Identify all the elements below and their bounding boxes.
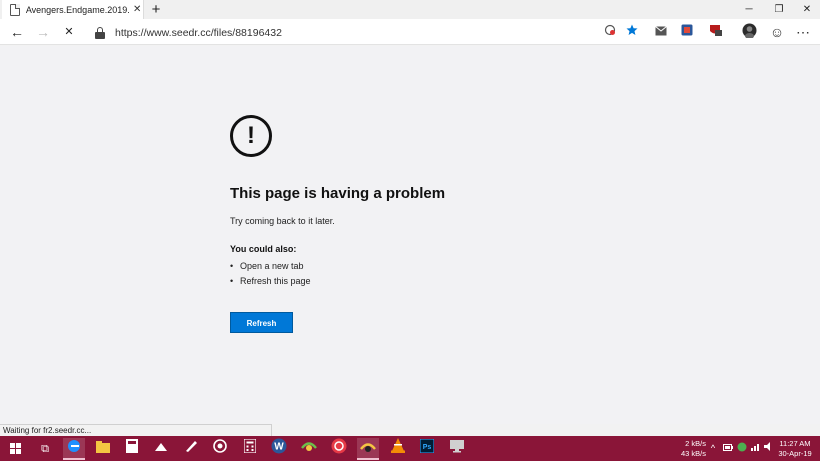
battery-icon[interactable] (722, 442, 734, 454)
photoshop-icon[interactable]: Ps (416, 438, 438, 460)
target-icon[interactable] (209, 438, 231, 460)
feedback-smiley-icon[interactable]: ☺ (768, 23, 786, 41)
svg-text:Ps: Ps (423, 444, 432, 451)
refresh-button[interactable]: Refresh (230, 312, 293, 333)
bullet-icon: • (230, 261, 234, 271)
exclamation-icon: ! (230, 115, 272, 157)
network-speed: 2 kB/s 43 kB/s (680, 439, 706, 458)
page-content: ! This page is having a problem Try comi… (0, 46, 820, 424)
navigation-bar: ← → ✕ https://www.seedr.cc/files/8819643… (0, 19, 820, 45)
remote-desktop-icon[interactable] (446, 438, 468, 460)
file-explorer-icon[interactable] (92, 438, 114, 460)
tab-strip: Avengers.Endgame.2019.HDTC.S ✕ + ─ ❐ ✕ (0, 0, 820, 19)
suggestions-heading: You could also: (230, 244, 297, 254)
minimize-button[interactable]: ─ (732, 0, 766, 19)
word-icon[interactable]: W (268, 438, 290, 460)
calculator-app-icon[interactable] (239, 438, 261, 460)
adblock-icon[interactable] (706, 23, 724, 41)
security-shield-icon[interactable] (736, 442, 748, 455)
stop-button[interactable]: ✕ (60, 23, 78, 41)
task-view-icon[interactable]: ⧉ (34, 438, 56, 460)
paint-icon[interactable] (150, 438, 172, 460)
suggestion-open-new-tab[interactable]: • Open a new tab (230, 261, 304, 271)
close-window-button[interactable]: ✕ (790, 0, 820, 19)
bullet-icon: • (230, 276, 234, 286)
error-description: Try coming back to it later. (230, 216, 335, 226)
address-bar[interactable]: https://www.seedr.cc/files/88196432 (88, 22, 644, 43)
calculator-icon[interactable] (121, 438, 143, 460)
new-tab-button[interactable]: + (148, 1, 164, 18)
torrent-app-icon[interactable] (298, 438, 320, 460)
taskbar: ⧉ W Ps 2 kB/s 43 kB/s ^ 11:27 AM 30-Apr-… (0, 436, 820, 461)
wifi-icon[interactable] (750, 442, 762, 454)
extension-icon[interactable] (678, 23, 696, 41)
tab-close-icon[interactable]: ✕ (131, 4, 143, 15)
tracking-icon[interactable] (601, 23, 619, 41)
edge-browser-icon[interactable] (63, 438, 85, 460)
svg-text:W: W (274, 442, 284, 453)
page-icon (10, 3, 20, 16)
suggestion-refresh-page[interactable]: • Refresh this page (230, 276, 311, 286)
profile-avatar[interactable] (740, 23, 758, 41)
system-clock[interactable]: 11:27 AM 30-Apr-19 (774, 439, 816, 459)
mail-icon[interactable] (652, 23, 670, 41)
url-text[interactable]: https://www.seedr.cc/files/88196432 (115, 27, 282, 39)
lock-icon (95, 26, 105, 39)
forward-button[interactable]: → (34, 23, 52, 41)
windows-start-icon[interactable] (10, 443, 21, 454)
favorite-star-icon[interactable] (623, 23, 641, 41)
settings-more-icon[interactable]: ⋯ (794, 23, 812, 41)
pen-icon[interactable] (180, 438, 202, 460)
vlc-icon[interactable] (387, 438, 409, 460)
back-button[interactable]: ← (8, 23, 26, 41)
media-app-icon[interactable] (328, 438, 350, 460)
browser-tab[interactable]: Avengers.Endgame.2019.HDTC.S ✕ (2, 0, 144, 19)
tab-title: Avengers.Endgame.2019.HDTC.S (25, 4, 129, 15)
status-bar: Waiting for fr2.seedr.cc... (0, 424, 272, 436)
game-app-icon[interactable] (357, 438, 379, 460)
chevron-up-icon[interactable]: ^ (707, 442, 719, 454)
page-title: This page is having a problem (230, 185, 446, 202)
